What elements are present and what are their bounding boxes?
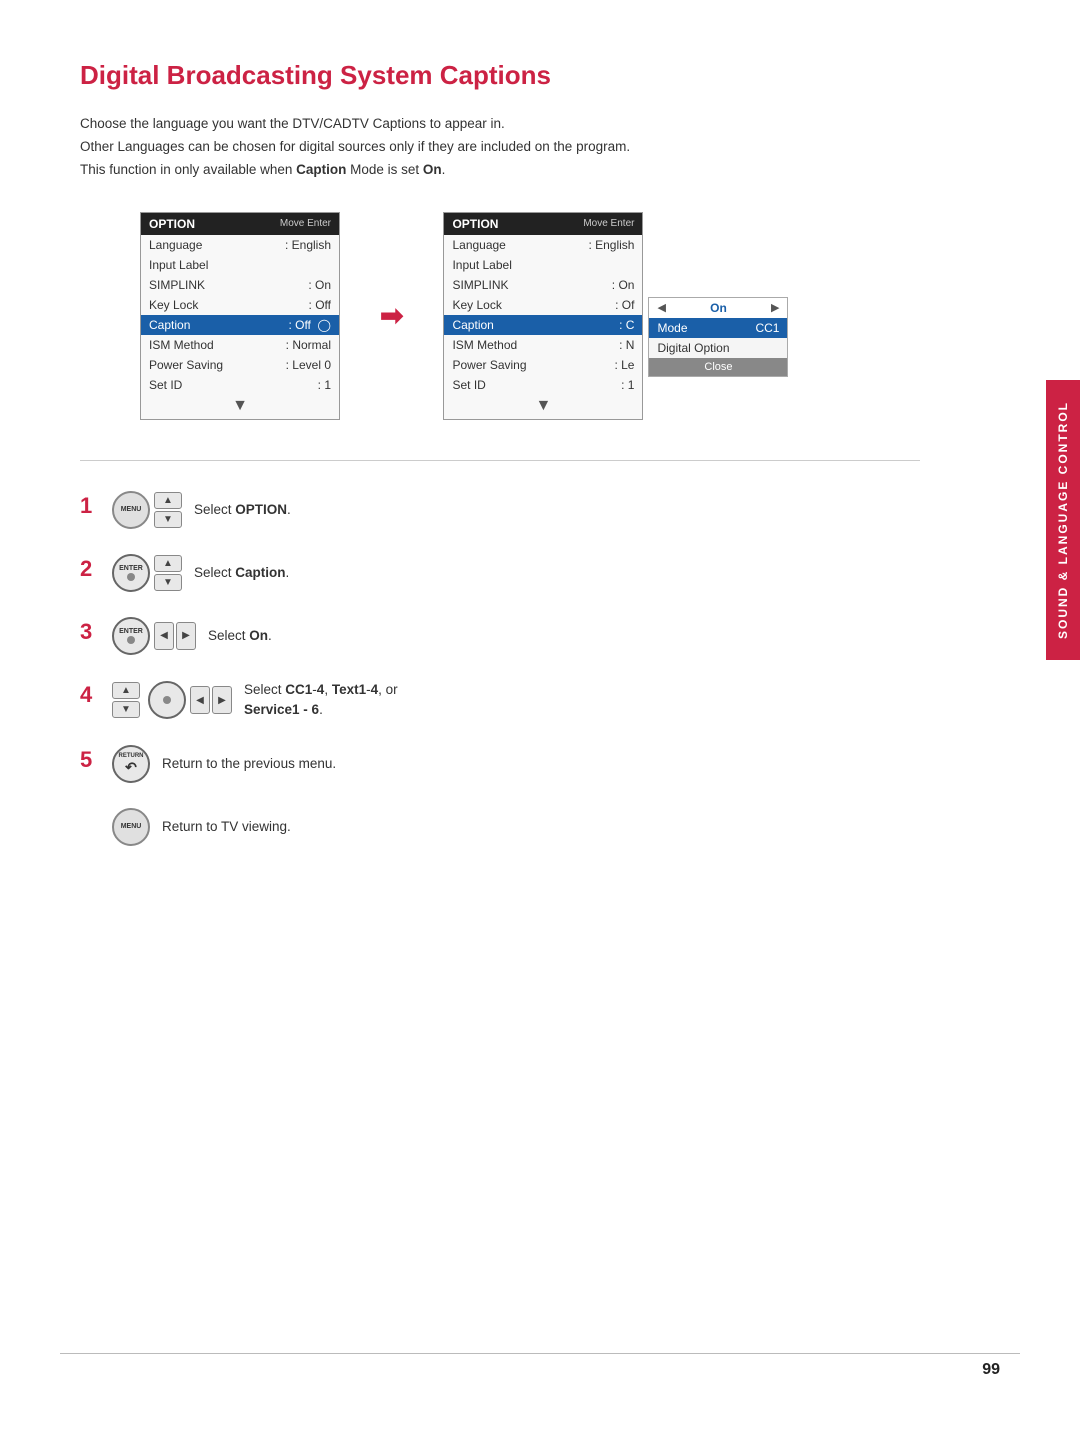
left-menu-header: OPTION Move Enter <box>141 213 339 235</box>
enter-button-4[interactable] <box>148 681 186 719</box>
r-menu-row-setid: Set ID: 1 <box>444 375 642 395</box>
right-menu-wrapper: OPTION Move Enter Language: English Inpu… <box>443 212 643 420</box>
step-4-buttons: ▲ ▼ ◀ ▶ <box>112 681 232 719</box>
menu-row-ism: ISM Method: Normal <box>141 335 339 355</box>
menu-row-setid: Set ID: 1 <box>141 375 339 395</box>
popup-close[interactable]: Close <box>649 358 787 376</box>
step-3-number: 3 <box>80 617 98 645</box>
step-2-row: 2 ENTER ▲ ▼ Select Caption. <box>80 554 920 592</box>
menu-row-power: Power Saving: Level 0 <box>141 355 339 375</box>
step-5-text: Return to the previous menu. <box>162 754 336 774</box>
left-right-arrows-4: ◀ ▶ <box>190 686 232 714</box>
up-down-arrows-1: ▲ ▼ <box>154 492 182 528</box>
menu-button-final[interactable]: MENU <box>112 808 150 846</box>
popup-digital-option: Digital Option <box>649 338 787 358</box>
step-5-number: 5 <box>80 745 98 773</box>
right-arrow-4[interactable]: ▶ <box>212 686 232 714</box>
down-arrow-2[interactable]: ▼ <box>154 574 182 591</box>
step-menu-number <box>80 808 98 836</box>
step-2-number: 2 <box>80 554 98 582</box>
diagrams-row: OPTION Move Enter Language: English Inpu… <box>140 212 920 420</box>
step-4-row: 4 ▲ ▼ ◀ ▶ Select CC1-4, Text1-4, or <box>80 680 920 721</box>
menu-row-keylock: Key Lock: Off <box>141 295 339 315</box>
step-1-text: Select OPTION. <box>194 500 291 520</box>
down-arrow-1[interactable]: ▼ <box>154 511 182 528</box>
step-menu-row: MENU Return to TV viewing. <box>80 808 920 846</box>
up-arrow-4[interactable]: ▲ <box>112 682 140 699</box>
step-5-buttons: RETURN ↶ <box>112 745 150 783</box>
popup-on-row: ◀ On ▶ <box>649 298 787 318</box>
caption-popup: ◀ On ▶ Mode CC1 Digital Option Close <box>648 297 788 377</box>
menu-row-language: Language: English <box>141 235 339 255</box>
intro-line2: Other Languages can be chosen for digita… <box>80 136 920 159</box>
step-2-buttons: ENTER ▲ ▼ <box>112 554 182 592</box>
step-5-row: 5 RETURN ↶ Return to the previous menu. <box>80 745 920 783</box>
menu-row-caption-highlighted: Caption: Off ◯ <box>141 315 339 335</box>
step-3-buttons: ENTER ◀ ▶ <box>112 617 196 655</box>
step-1-row: 1 MENU ▲ ▼ Select OPTION. <box>80 491 920 529</box>
enter-button-2[interactable]: ENTER <box>112 554 150 592</box>
step-2-text: Select Caption. <box>194 563 289 583</box>
step-3-text: Select On. <box>208 626 272 646</box>
popup-on-label: On <box>710 301 727 315</box>
step-1-buttons: MENU ▲ ▼ <box>112 491 182 529</box>
popup-mode-label: Mode <box>657 321 687 335</box>
return-button-5[interactable]: RETURN ↶ <box>112 745 150 783</box>
right-arrow-3[interactable]: ▶ <box>176 622 196 650</box>
bottom-line <box>60 1353 1020 1354</box>
popup-mode-value: CC1 <box>755 321 779 335</box>
right-menu-footer: ▼ <box>444 395 642 419</box>
left-arrow-4[interactable]: ◀ <box>190 686 210 714</box>
left-right-arrows-3: ◀ ▶ <box>154 622 196 650</box>
down-arrow-4[interactable]: ▼ <box>112 701 140 718</box>
up-arrow-1[interactable]: ▲ <box>154 492 182 509</box>
side-tab: Sound & Language Control <box>1046 380 1080 660</box>
steps-section: 1 MENU ▲ ▼ Select OPTION. 2 ENTER <box>80 460 920 847</box>
r-menu-row-caption-highlighted: Caption: C <box>444 315 642 335</box>
r-menu-row-language: Language: English <box>444 235 642 255</box>
step-4-text: Select CC1-4, Text1-4, or Service1 - 6. <box>244 680 398 721</box>
r-menu-row-ism: ISM Method: N <box>444 335 642 355</box>
right-menu-box: OPTION Move Enter Language: English Inpu… <box>443 212 643 420</box>
popup-mode-row: Mode CC1 <box>649 318 787 338</box>
left-menu-box: OPTION Move Enter Language: English Inpu… <box>140 212 340 420</box>
menu-row-inputlabel: Input Label <box>141 255 339 275</box>
step-menu-text: Return to TV viewing. <box>162 817 291 837</box>
r-menu-row-simplink: SIMPLINK: On <box>444 275 642 295</box>
enter-button-3[interactable]: ENTER <box>112 617 150 655</box>
left-arrow-3[interactable]: ◀ <box>154 622 174 650</box>
right-menu-header: OPTION Move Enter <box>444 213 642 235</box>
menu-row-simplink: SIMPLINK: On <box>141 275 339 295</box>
page-title: Digital Broadcasting System Captions <box>80 60 920 91</box>
up-arrow-2[interactable]: ▲ <box>154 555 182 572</box>
up-down-arrows-2: ▲ ▼ <box>154 555 182 591</box>
r-menu-row-power: Power Saving: Le <box>444 355 642 375</box>
up-down-arrows-4: ▲ ▼ <box>112 682 140 718</box>
step-4-number: 4 <box>80 680 98 708</box>
r-menu-row-keylock: Key Lock: Of <box>444 295 642 315</box>
step-3-row: 3 ENTER ◀ ▶ Select On. <box>80 617 920 655</box>
page-number: 99 <box>982 1361 1000 1379</box>
intro-text: Choose the language you want the DTV/CAD… <box>80 113 920 182</box>
intro-line1: Choose the language you want the DTV/CAD… <box>80 113 920 136</box>
step-menu-buttons: MENU <box>112 808 150 846</box>
r-menu-row-inputlabel: Input Label <box>444 255 642 275</box>
right-arrow-icon: ➡ <box>380 299 403 332</box>
menu-button-1[interactable]: MENU <box>112 491 150 529</box>
left-menu-footer: ▼ <box>141 395 339 419</box>
step-1-number: 1 <box>80 491 98 519</box>
intro-line3: This function in only available when Cap… <box>80 159 920 182</box>
